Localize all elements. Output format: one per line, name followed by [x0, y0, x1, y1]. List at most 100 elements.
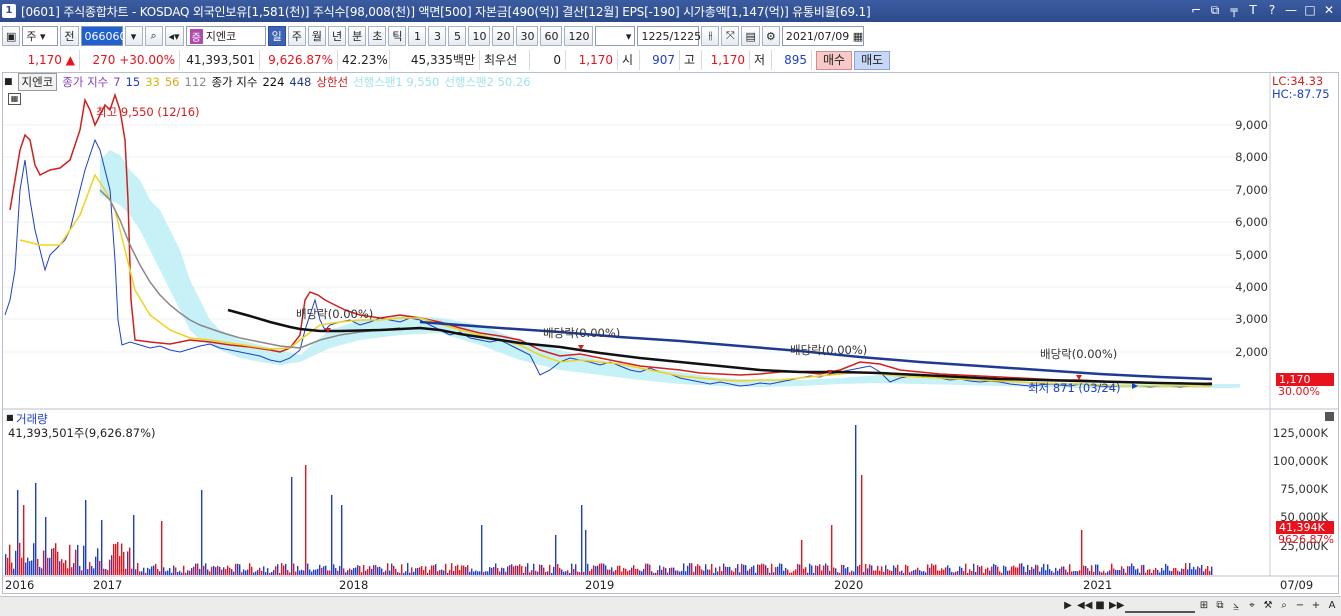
volume-bar [733, 571, 735, 575]
volume-bar [981, 565, 983, 575]
volume-bar [837, 572, 839, 575]
text-a-icon[interactable]: A [1325, 599, 1339, 613]
volume-bar [35, 483, 37, 575]
volume-bar [539, 564, 541, 575]
volume-bar [1209, 570, 1211, 575]
volume-bar [685, 571, 687, 575]
volume-bar [669, 568, 671, 575]
volume-bar [1023, 566, 1025, 575]
volume-bar [627, 571, 629, 575]
scroll-track[interactable] [1125, 599, 1195, 613]
volume-bar [1057, 570, 1059, 575]
volume-panel-marker: ■ [6, 413, 14, 422]
volume-bar [325, 565, 327, 575]
volume-bar [433, 565, 435, 575]
volume-bar [553, 566, 555, 575]
volume-bar [1179, 571, 1181, 575]
volume-bar [355, 567, 357, 575]
volume-bar [375, 565, 377, 575]
zoom-out-icon[interactable]: − [1293, 599, 1307, 613]
volume-bar [451, 563, 453, 575]
volume-bar [1051, 571, 1053, 575]
volume-bar [1031, 566, 1033, 575]
volume-bar [37, 558, 39, 575]
volume-bar [1037, 565, 1039, 575]
volume-bar [73, 563, 75, 575]
volume-bar [181, 572, 183, 575]
stop-icon[interactable]: ■ [1093, 599, 1107, 613]
volume-bar [655, 572, 657, 575]
price-yaxis-9000: 9,000 [1235, 118, 1268, 132]
volume-bar [1089, 571, 1091, 575]
volume-bar [21, 557, 23, 575]
volume-bar [411, 567, 413, 575]
volume-bar [917, 567, 919, 575]
zoom-region-icon[interactable]: ⊞ [1197, 599, 1211, 613]
volume-bar [447, 572, 449, 575]
volume-bar [637, 568, 639, 575]
volume-bar [933, 565, 935, 575]
volume-bar [17, 490, 19, 575]
zoom-in-icon[interactable]: + [1309, 599, 1323, 613]
volume-bar [515, 565, 517, 575]
volume-bar [1035, 564, 1037, 575]
volume-bar [253, 572, 255, 575]
volume-bar [735, 568, 737, 575]
volume-bar [1083, 565, 1085, 575]
volume-bar [103, 568, 105, 575]
volume-bar [677, 570, 679, 575]
volume-bar [111, 555, 113, 575]
layout-split-icon[interactable]: ⧉ [1213, 599, 1227, 613]
volume-bar [267, 568, 269, 575]
volume-bar [209, 571, 211, 575]
volume-bar [259, 567, 261, 575]
tool-icon[interactable]: ⚒ [1261, 599, 1275, 613]
volume-current-pct: 9626.87% [1278, 533, 1334, 546]
volume-bar [1001, 572, 1003, 575]
crosshair-icon[interactable]: ⌖ [1245, 599, 1259, 613]
volume-bar [437, 571, 439, 575]
volume-bar [605, 565, 607, 575]
volume-bar [521, 565, 523, 575]
volume-bar [201, 490, 203, 575]
volume-bar [475, 570, 477, 575]
volume-bar [413, 571, 415, 575]
volume-bar [19, 542, 21, 575]
volume-bar [1085, 566, 1087, 575]
volume-bar [1157, 569, 1159, 575]
volume-panel-close-icon[interactable] [1325, 412, 1334, 421]
volume-bar [7, 557, 9, 575]
volume-bar [825, 563, 827, 575]
volume-bar [999, 571, 1001, 575]
trend-icon[interactable]: ⦥ [1229, 599, 1243, 613]
volume-bar [577, 571, 579, 575]
volume-bar [587, 563, 589, 575]
volume-bar [151, 566, 153, 575]
volume-bar [9, 544, 11, 575]
volume-bar [471, 568, 473, 575]
volume-bar [757, 564, 759, 575]
play-icon[interactable]: ▶ [1061, 599, 1075, 613]
rewind-icon[interactable]: ◀◀ [1077, 599, 1092, 613]
volume-bar [401, 564, 403, 575]
volume-bar [85, 500, 87, 575]
volume-bar [537, 571, 539, 575]
vol-yaxis-100000: 100,000K [1272, 454, 1328, 468]
volume-bar [423, 569, 425, 575]
volume-bar [1095, 564, 1097, 575]
fast-forward-icon[interactable]: ▶▶ [1109, 599, 1124, 613]
volume-bar [297, 565, 299, 575]
volume-bar [269, 572, 271, 575]
volume-bar [765, 565, 767, 575]
volume-bar [743, 564, 745, 575]
volume-bar [177, 571, 179, 575]
volume-bar [255, 571, 257, 575]
volume-bar [395, 569, 397, 575]
search-zoom-icon[interactable]: ⌕ [1277, 599, 1291, 613]
volume-bar [1167, 565, 1169, 575]
volume-bar [1091, 565, 1093, 575]
volume-bar [613, 571, 615, 575]
volume-bar [569, 572, 571, 575]
volume-bar [393, 565, 395, 575]
volume-bar [643, 568, 645, 575]
